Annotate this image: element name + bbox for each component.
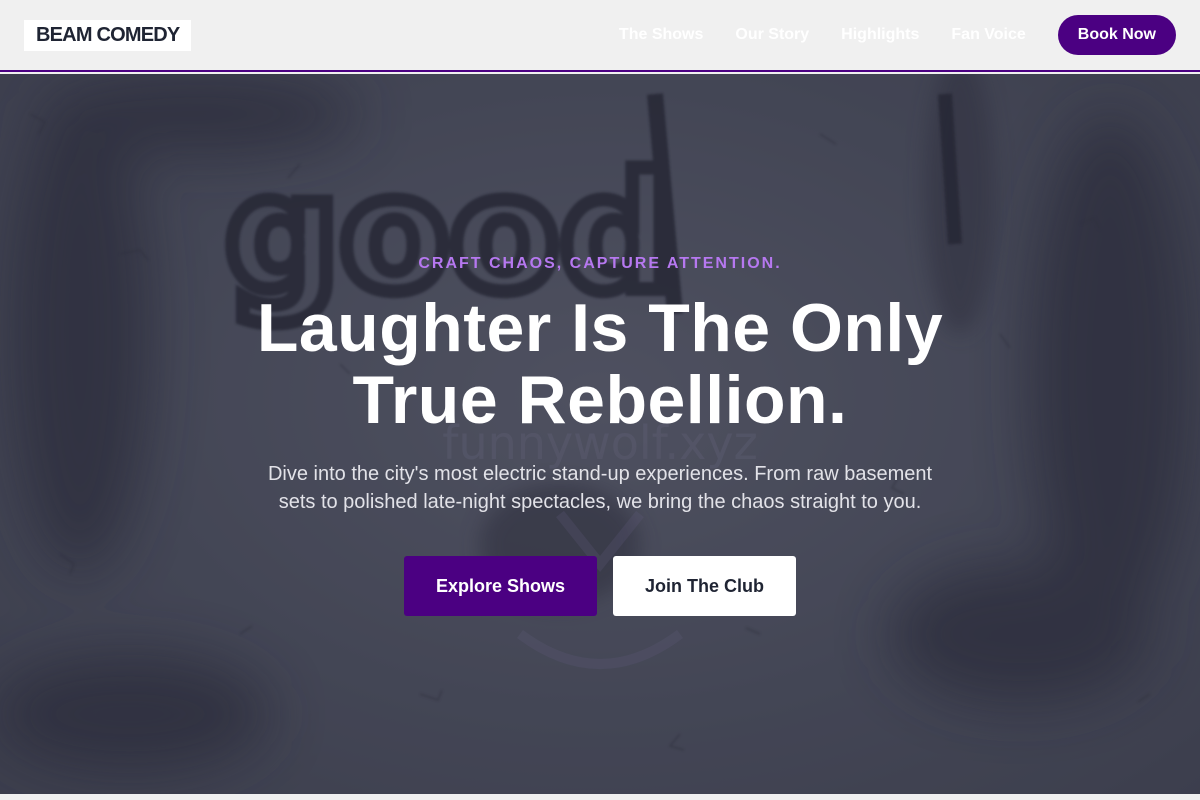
- hero-headline: Laughter Is The Only True Rebellion.: [256, 290, 944, 438]
- nav-link-fan-voice[interactable]: Fan Voice: [951, 26, 1025, 44]
- nav-right: The Shows Our Story Highlights Fan Voice…: [619, 15, 1176, 55]
- brand-logo[interactable]: BEAM COMEDY: [24, 19, 192, 51]
- hero-description: Dive into the city's most electric stand…: [267, 463, 933, 513]
- main-nav: The Shows Our Story Highlights Fan Voice: [619, 26, 1026, 44]
- book-now-button[interactable]: Book Now: [1057, 15, 1176, 55]
- hero-section: good funnywolf.xyz CRAFT CHAOS, CAPTURE …: [0, 74, 1200, 794]
- hero-button-group: Explore Shows Join The Club: [0, 556, 1200, 616]
- hero-content: CRAFT CHAOS, CAPTURE ATTENTION. Laughter…: [0, 74, 1200, 794]
- explore-shows-button[interactable]: Explore Shows: [404, 556, 597, 616]
- nav-link-highlights[interactable]: Highlights: [841, 26, 919, 44]
- join-the-club-button[interactable]: Join The Club: [613, 556, 796, 616]
- next-section-edge: [0, 794, 1200, 800]
- nav-link-the-shows[interactable]: The Shows: [619, 26, 703, 44]
- site-header: BEAM COMEDY The Shows Our Story Highligh…: [0, 0, 1200, 72]
- nav-link-our-story[interactable]: Our Story: [735, 26, 809, 44]
- hero-tagline: CRAFT CHAOS, CAPTURE ATTENTION.: [418, 255, 782, 272]
